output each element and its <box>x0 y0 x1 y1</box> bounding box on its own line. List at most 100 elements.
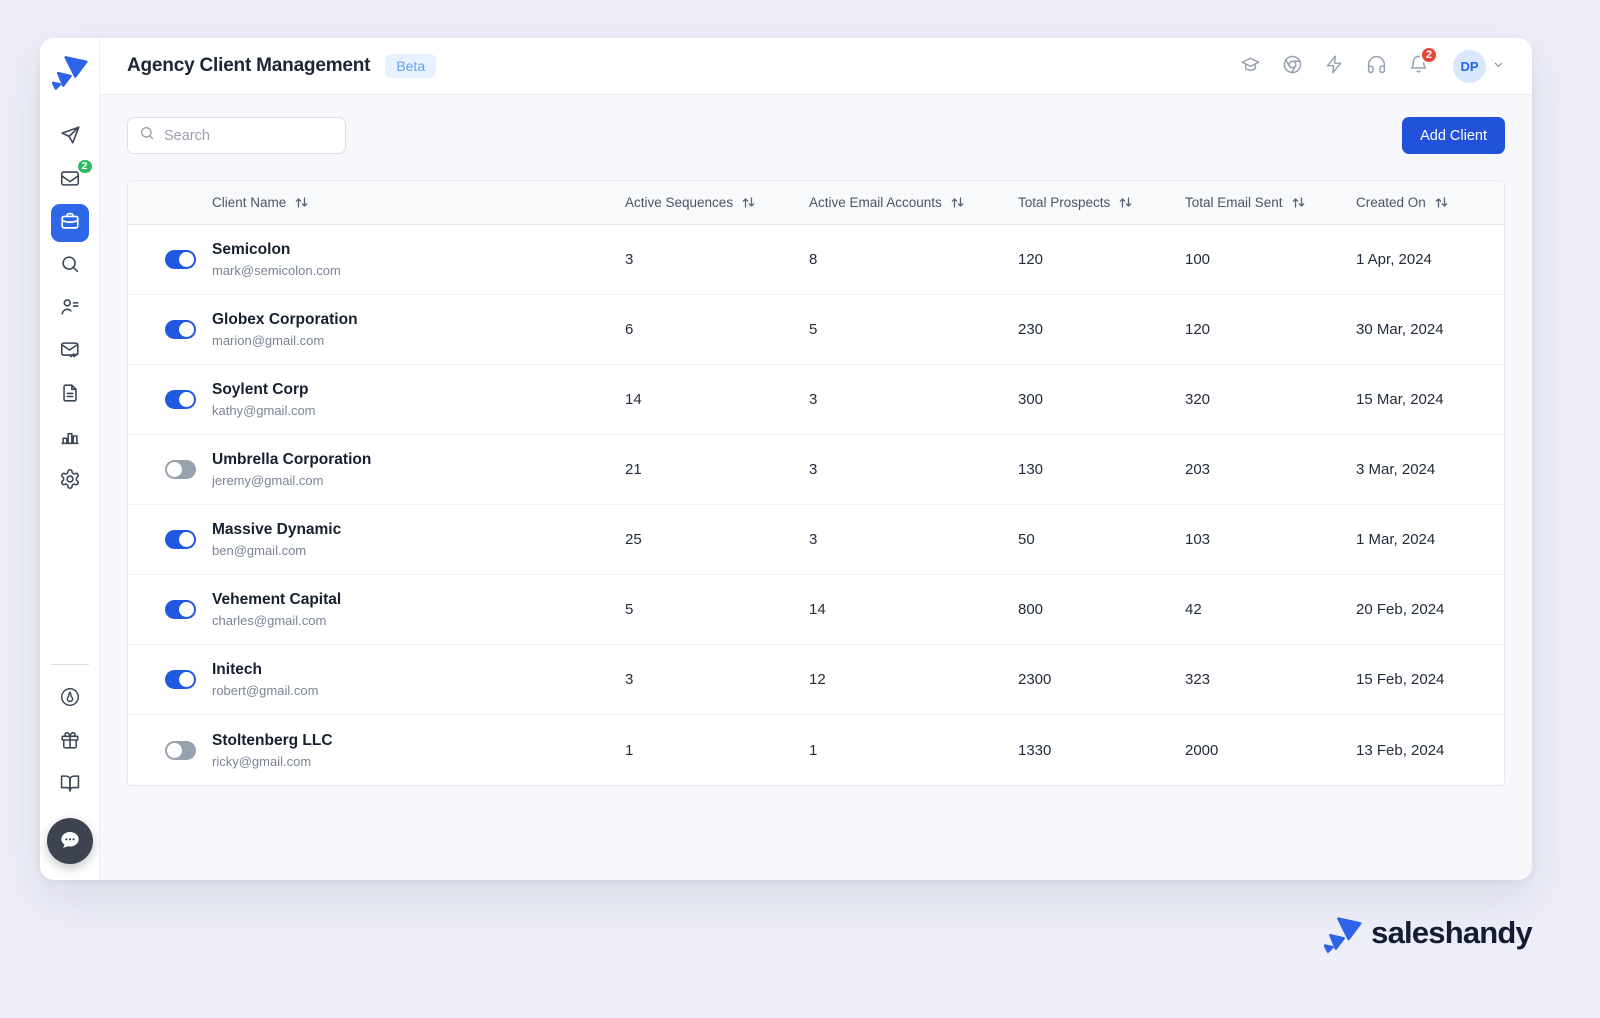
extension-button[interactable] <box>1282 54 1303 78</box>
active-email-accounts-value: 14 <box>809 601 1018 618</box>
client-toggle[interactable] <box>165 600 196 619</box>
toggle-cell <box>128 670 212 689</box>
sidebar-item-analytics[interactable] <box>51 419 89 457</box>
client-name: Semicolon <box>212 241 625 259</box>
brand-wordmark: saleshandy <box>1371 915 1532 951</box>
add-client-button[interactable]: Add Client <box>1402 117 1505 154</box>
toggle-knob <box>179 602 194 617</box>
column-header-client-name[interactable]: Client Name <box>212 195 625 210</box>
total-prospects-value: 120 <box>1018 251 1185 268</box>
title-wrap: Agency Client Management Beta <box>127 54 436 78</box>
table-header: Client Name Active Sequences Active Emai… <box>128 181 1504 225</box>
total-email-sent-value: 320 <box>1185 391 1356 408</box>
saleshandy-logo-icon <box>52 53 88 89</box>
column-header-active-email-accounts[interactable]: Active Email Accounts <box>809 195 1018 210</box>
column-label: Active Email Accounts <box>809 195 942 210</box>
client-cell: Soylent Corp kathy@gmail.com <box>212 381 625 418</box>
search-icon <box>139 125 155 146</box>
column-header-total-email-sent[interactable]: Total Email Sent <box>1185 195 1356 210</box>
sidebar-item-knowledge-base[interactable] <box>51 766 89 804</box>
sidebar-item-sequences[interactable] <box>51 118 89 156</box>
sort-icon[interactable] <box>1435 196 1448 209</box>
table-row[interactable]: Initech robert@gmail.com 3 12 2300 323 1… <box>128 645 1504 715</box>
academy-button[interactable] <box>1240 54 1261 78</box>
search-box <box>127 117 346 154</box>
sort-icon[interactable] <box>1119 196 1132 209</box>
client-name: Vehement Capital <box>212 591 625 609</box>
active-sequences-value: 1 <box>625 742 809 759</box>
column-label: Client Name <box>212 195 286 210</box>
client-cell: Umbrella Corporation jeremy@gmail.com <box>212 451 625 488</box>
sidebar: 2 <box>40 38 100 880</box>
sort-icon[interactable] <box>742 196 755 209</box>
total-email-sent-value: 203 <box>1185 461 1356 478</box>
topbar-icons: 2 DP <box>1240 50 1505 83</box>
notifications-button[interactable]: 2 <box>1408 54 1429 78</box>
clients-table: Client Name Active Sequences Active Emai… <box>127 180 1505 786</box>
table-row[interactable]: Vehement Capital charles@gmail.com 5 14 … <box>128 575 1504 645</box>
active-email-accounts-value: 5 <box>809 321 1018 338</box>
sidebar-item-inbox[interactable]: 2 <box>51 161 89 199</box>
chevron-down-icon <box>1492 58 1505 74</box>
client-toggle[interactable] <box>165 741 196 760</box>
column-header-active-sequences[interactable]: Active Sequences <box>625 195 809 210</box>
toolbar: Add Client <box>127 117 1505 154</box>
client-toggle[interactable] <box>165 250 196 269</box>
sidebar-item-whats-new[interactable] <box>51 680 89 718</box>
table-row[interactable]: Umbrella Corporation jeremy@gmail.com 21… <box>128 435 1504 505</box>
book-open-icon <box>59 772 81 797</box>
account-menu-button[interactable]: DP <box>1453 50 1505 83</box>
column-header-created-on[interactable]: Created On <box>1356 195 1504 210</box>
active-sequences-value: 25 <box>625 531 809 548</box>
client-toggle[interactable] <box>165 670 196 689</box>
sort-icon[interactable] <box>295 196 308 209</box>
total-prospects-value: 130 <box>1018 461 1185 478</box>
active-sequences-value: 14 <box>625 391 809 408</box>
created-on-value: 20 Feb, 2024 <box>1356 601 1504 618</box>
table-row[interactable]: Soylent Corp kathy@gmail.com 14 3 300 32… <box>128 365 1504 435</box>
table-row[interactable]: Semicolon mark@semicolon.com 3 8 120 100… <box>128 225 1504 295</box>
client-toggle[interactable] <box>165 390 196 409</box>
client-email: ricky@gmail.com <box>212 754 625 769</box>
created-on-value: 30 Mar, 2024 <box>1356 321 1504 338</box>
column-header-total-prospects[interactable]: Total Prospects <box>1018 195 1185 210</box>
toggle-knob <box>179 672 194 687</box>
table-row[interactable]: Massive Dynamic ben@gmail.com 25 3 50 10… <box>128 505 1504 575</box>
active-sequences-value: 3 <box>625 671 809 688</box>
sidebar-item-rewards[interactable] <box>51 723 89 761</box>
client-cell: Globex Corporation marion@gmail.com <box>212 311 625 348</box>
sidebar-item-email-health[interactable] <box>51 333 89 371</box>
sidebar-item-settings[interactable] <box>51 462 89 500</box>
active-sequences-value: 6 <box>625 321 809 338</box>
client-email: jeremy@gmail.com <box>212 473 625 488</box>
total-prospects-value: 50 <box>1018 531 1185 548</box>
sidebar-item-clients[interactable] <box>51 204 89 242</box>
footer-brand: saleshandy <box>1324 913 1532 953</box>
active-email-accounts-value: 1 <box>809 742 1018 759</box>
total-prospects-value: 800 <box>1018 601 1185 618</box>
table-row[interactable]: Stoltenberg LLC ricky@gmail.com 1 1 1330… <box>128 715 1504 785</box>
client-name: Initech <box>212 661 625 679</box>
sort-icon[interactable] <box>1292 196 1305 209</box>
client-toggle[interactable] <box>165 530 196 549</box>
support-button[interactable] <box>1366 54 1387 78</box>
client-toggle[interactable] <box>165 460 196 479</box>
sidebar-item-search[interactable] <box>51 247 89 285</box>
table-body: Semicolon mark@semicolon.com 3 8 120 100… <box>128 225 1504 785</box>
sidebar-item-templates[interactable] <box>51 376 89 414</box>
table-row[interactable]: Globex Corporation marion@gmail.com 6 5 … <box>128 295 1504 365</box>
saleshandy-logo-icon <box>1324 913 1362 953</box>
avatar: DP <box>1453 50 1486 83</box>
total-prospects-value: 300 <box>1018 391 1185 408</box>
sidebar-item-prospects[interactable] <box>51 290 89 328</box>
client-toggle[interactable] <box>165 320 196 339</box>
mail-check-icon <box>59 339 81 364</box>
created-on-value: 15 Feb, 2024 <box>1356 671 1504 688</box>
sidebar-divider <box>51 664 89 665</box>
created-on-value: 1 Apr, 2024 <box>1356 251 1504 268</box>
sort-icon[interactable] <box>951 196 964 209</box>
chat-fab-button[interactable] <box>47 818 93 864</box>
quick-actions-button[interactable] <box>1324 54 1345 78</box>
search-input[interactable] <box>164 128 351 144</box>
toggle-cell <box>128 390 212 409</box>
